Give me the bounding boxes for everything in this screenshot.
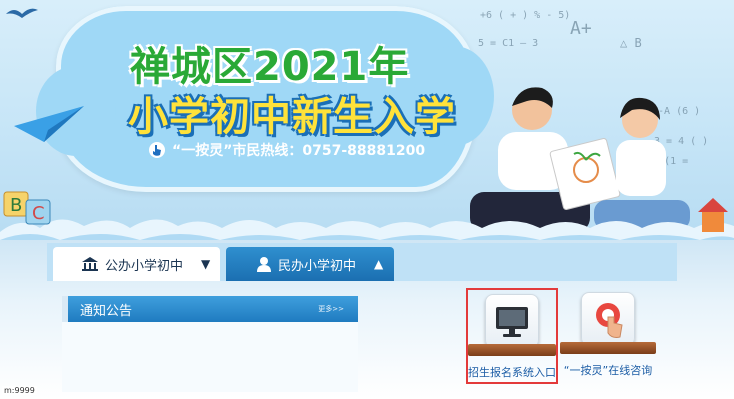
hotline-text-row: “一按灵”市民热线：0757-88881200 [148, 140, 425, 160]
svg-text:B: B [10, 195, 22, 216]
notice-title: 通知公告 [80, 303, 133, 319]
consult-icon-tile [581, 292, 635, 346]
wooden-shelf [468, 344, 556, 356]
notice-more-link[interactable]: 更多>> [318, 304, 344, 314]
tab-public-label: 公办小学初中 [105, 258, 184, 274]
registration-entry-label: 招生报名系统入口 [468, 366, 556, 379]
bird-icon [6, 8, 38, 18]
tab-private-schools[interactable]: 民办小学初中 ▲ [226, 247, 394, 281]
abc-blocks-icon: B C [3, 191, 51, 225]
tab-public-schools[interactable]: 公办小学初中 ▼ [53, 247, 220, 281]
wooden-shelf [560, 342, 656, 354]
chevron-down-icon: ▼ [201, 257, 211, 271]
notice-list [62, 322, 358, 392]
pointing-hand-icon [149, 142, 165, 158]
computer-monitor-icon [496, 307, 528, 337]
toy-house-icon [698, 198, 728, 232]
hotline-text: “一按灵”市民热线：0757-88881200 [172, 143, 426, 159]
consult-entry[interactable]: “一按灵”在线咨询 [560, 288, 656, 384]
person-icon [257, 257, 271, 272]
building-icon [82, 257, 98, 271]
notice-header: 通知公告 更多>> [62, 296, 358, 322]
status-bar-text: m:9999 [2, 386, 37, 395]
paper-plane-icon [14, 106, 84, 142]
banner-title-line2: 小学初中新生入学 [128, 94, 456, 140]
svg-text:C: C [32, 203, 45, 224]
registration-icon-tile [485, 294, 539, 348]
chevron-up-icon: ▲ [374, 257, 384, 271]
cloud-wave-edge [0, 219, 734, 240]
consult-entry-label: “一按灵”在线咨询 [563, 364, 653, 377]
tab-private-label: 民办小学初中 [278, 258, 357, 274]
finger-press-button-icon [596, 303, 623, 338]
banner: 禅城区2021年 小学初中新生入学 “一按灵”市民热线：0757-8888120… [0, 0, 734, 240]
registration-entry[interactable]: 招生报名系统入口 [466, 288, 558, 384]
